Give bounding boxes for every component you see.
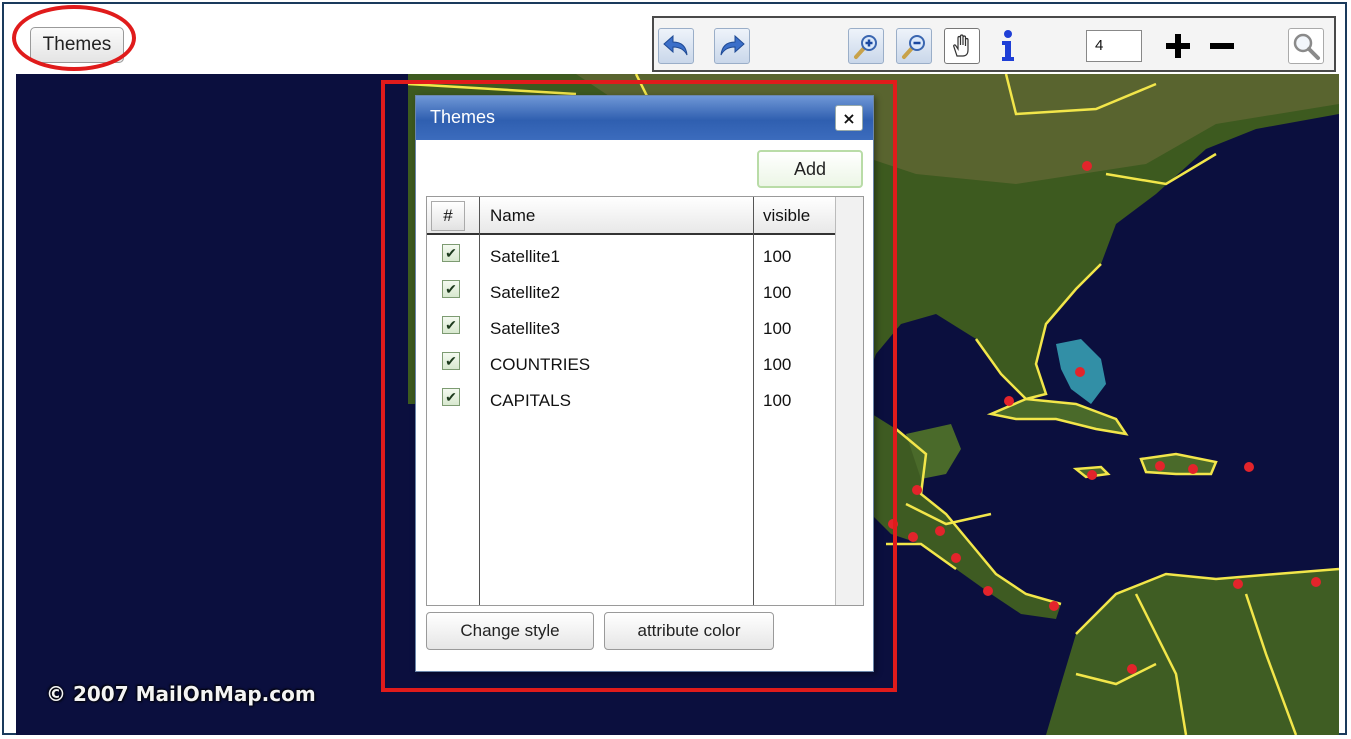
info-button[interactable] <box>990 28 1026 64</box>
table-row[interactable]: ✔ COUNTRIES 100 <box>427 345 835 381</box>
info-icon <box>1002 30 1014 61</box>
checkmark-icon: ✔ <box>445 388 457 405</box>
theme-name: COUNTRIES <box>490 355 591 374</box>
zoom-minus-button[interactable] <box>1204 28 1240 64</box>
checkmark-icon: ✔ <box>445 316 457 333</box>
top-bar: Themes 4 <box>4 4 1345 72</box>
column-header-name[interactable]: Name <box>490 206 535 226</box>
add-theme-button[interactable]: Add <box>757 150 863 188</box>
checkmark-icon: ✔ <box>445 244 457 261</box>
table-header: # Name visible <box>427 197 835 235</box>
visibility-checkbox[interactable]: ✔ <box>442 280 460 298</box>
dialog-title-bar[interactable]: Themes <box>416 96 873 140</box>
theme-visible: 100 <box>763 319 792 338</box>
table-row[interactable]: ✔ Satellite2 100 <box>427 273 835 309</box>
zoom-plus-button[interactable] <box>1160 28 1196 64</box>
table-scrollbar[interactable] <box>835 197 863 605</box>
table-row[interactable]: ✔ Satellite3 100 <box>427 309 835 345</box>
zoom-out-icon <box>902 35 925 59</box>
theme-visible: 100 <box>763 355 792 374</box>
central-america-land <box>856 404 1061 619</box>
visibility-checkbox[interactable]: ✔ <box>442 352 460 370</box>
undo-button[interactable] <box>658 28 694 64</box>
themes-dialog: Themes × Add # Name visible ✔ Satellite1… <box>415 95 874 672</box>
checkmark-icon: ✔ <box>445 280 457 297</box>
table-row[interactable]: ✔ Satellite1 100 <box>427 237 835 273</box>
plus-icon <box>1166 34 1190 58</box>
pan-button[interactable] <box>944 28 980 64</box>
visibility-checkbox[interactable]: ✔ <box>442 244 460 262</box>
themes-table: # Name visible ✔ Satellite1 100 ✔ Satell… <box>426 196 864 606</box>
zoom-level-input[interactable]: 4 <box>1086 30 1142 62</box>
undo-arrow-icon <box>663 34 688 56</box>
zoom-in-icon <box>854 35 877 59</box>
visibility-checkbox[interactable]: ✔ <box>442 388 460 406</box>
themes-button[interactable]: Themes <box>30 27 124 63</box>
close-button[interactable]: × <box>835 105 863 131</box>
theme-name: Satellite3 <box>490 319 560 338</box>
theme-visible: 100 <box>763 283 792 302</box>
redo-arrow-icon <box>720 34 745 56</box>
south-america-land <box>1046 569 1339 735</box>
theme-name: Satellite1 <box>490 247 560 266</box>
minus-icon <box>1210 43 1234 49</box>
zoom-in-button[interactable] <box>848 28 884 64</box>
checkmark-icon: ✔ <box>445 352 457 369</box>
zoom-out-button[interactable] <box>896 28 932 64</box>
theme-name: CAPITALS <box>490 391 571 410</box>
search-icon <box>1293 33 1320 60</box>
table-row[interactable]: ✔ CAPITALS 100 <box>427 381 835 417</box>
visibility-checkbox[interactable]: ✔ <box>442 316 460 334</box>
dialog-title: Themes <box>430 107 496 127</box>
theme-visible: 100 <box>763 247 792 266</box>
redo-button[interactable] <box>714 28 750 64</box>
copyright-text: © 2007 MailOnMap.com <box>46 682 316 706</box>
search-button[interactable] <box>1288 28 1324 64</box>
change-style-button[interactable]: Change style <box>426 612 594 650</box>
pan-hand-icon <box>953 34 969 57</box>
attribute-color-button[interactable]: attribute color <box>604 612 774 650</box>
map-toolbar: 4 <box>652 16 1336 72</box>
close-icon: × <box>842 108 856 128</box>
column-header-visible[interactable]: visible <box>763 206 810 226</box>
column-header-hash[interactable]: # <box>431 201 465 231</box>
theme-name: Satellite2 <box>490 283 560 302</box>
theme-visible: 100 <box>763 391 792 410</box>
